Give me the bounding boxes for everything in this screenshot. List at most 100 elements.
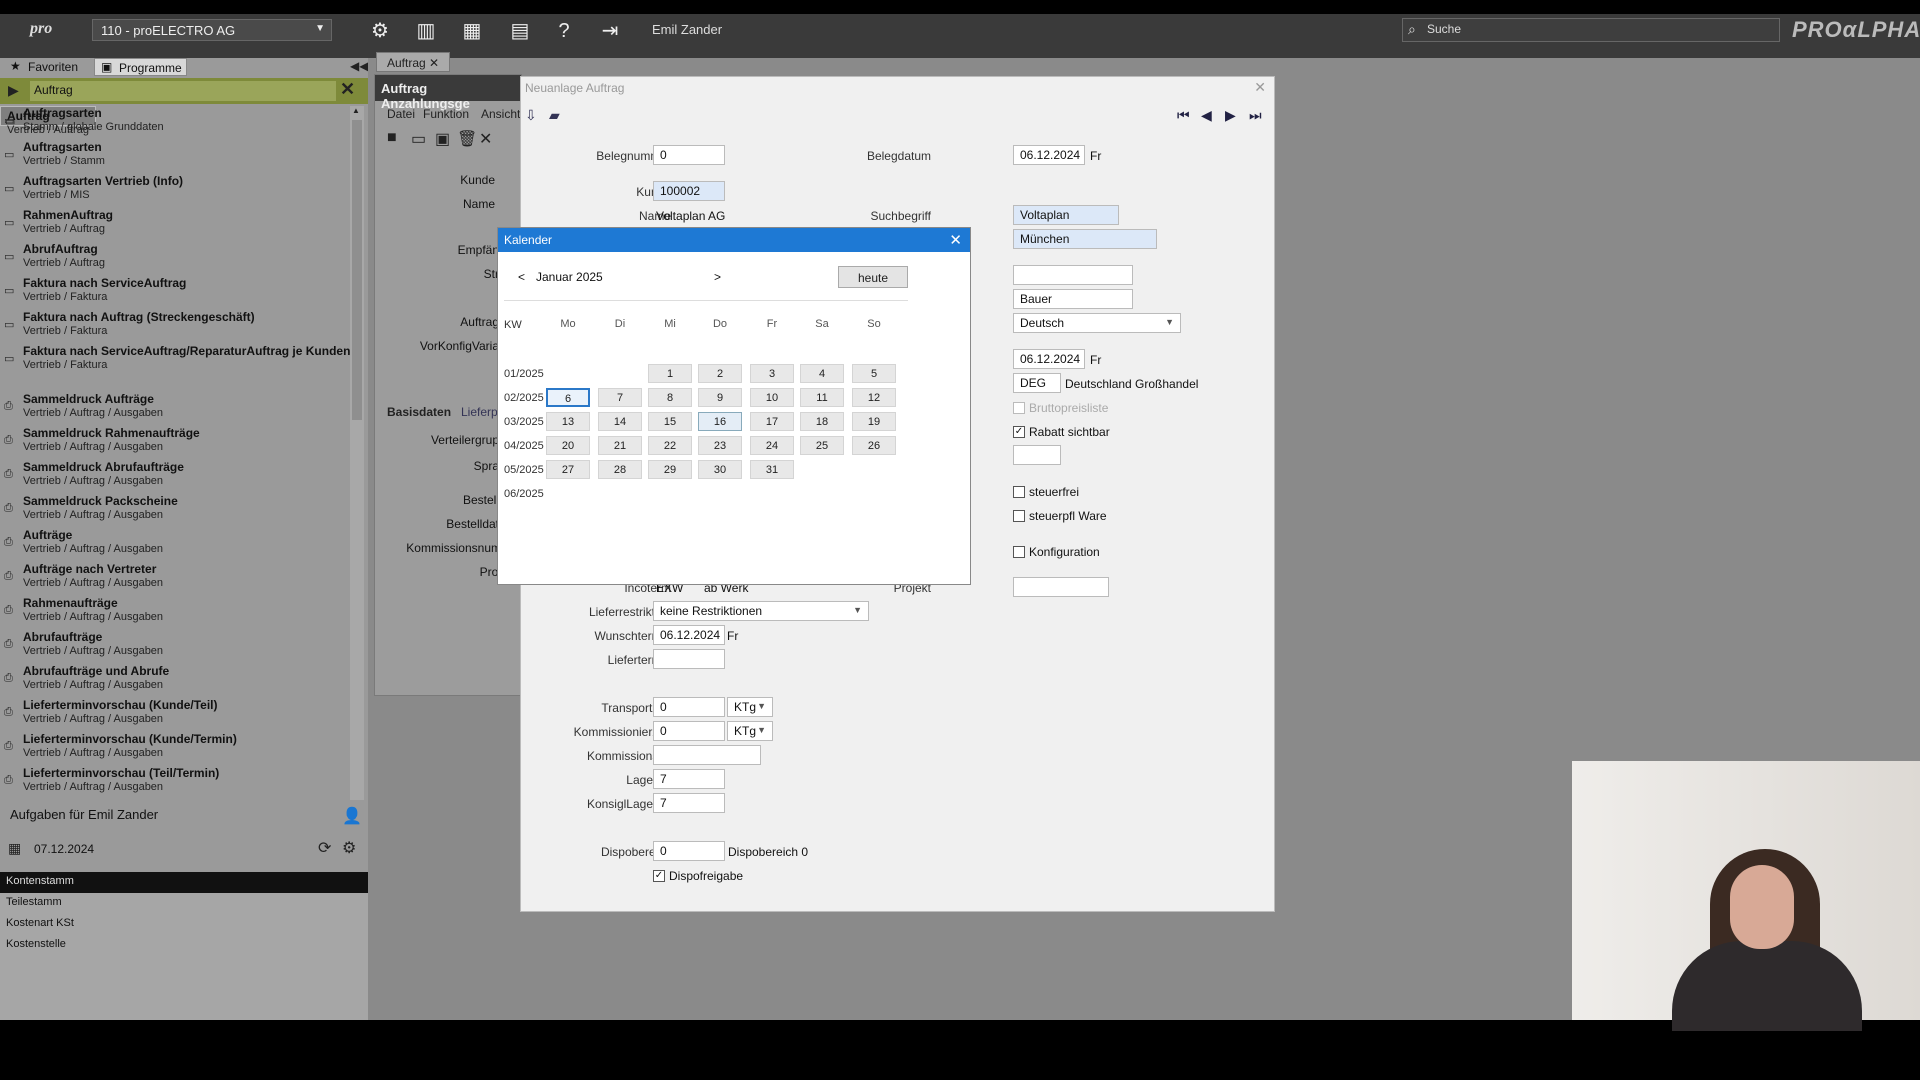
save-icon[interactable]: ▣ bbox=[435, 129, 450, 149]
open-icon[interactable]: ▭ bbox=[411, 129, 426, 149]
calendar-day[interactable]: 21 bbox=[598, 436, 642, 455]
transportzeit-unit-select[interactable]: KTg ▼ bbox=[727, 697, 773, 717]
sprache-select[interactable]: Deutsch ▼ bbox=[1013, 313, 1181, 333]
tree-item[interactable]: ⎙ Abrufaufträge und Abrufe Vertrieb / Auft… bbox=[0, 664, 352, 698]
tab-lieferpositionen[interactable]: Lieferp bbox=[461, 405, 498, 419]
last-record-icon[interactable]: ⏭ bbox=[1249, 107, 1262, 124]
tree-item[interactable]: ⎙ Aufträge Vertrieb / Auftrag / Ausgaben bbox=[0, 528, 352, 562]
tree-item[interactable]: ▭ RahmenAuftrag Vertrieb / Auftrag bbox=[0, 208, 352, 242]
first-record-icon[interactable]: ⏮ bbox=[1177, 107, 1190, 124]
suchbegriff-field[interactable]: Voltaplan bbox=[1013, 205, 1119, 225]
folder-icon[interactable]: ▰ bbox=[549, 107, 560, 124]
preisliste-field[interactable]: DEG bbox=[1013, 373, 1061, 393]
calendar-day[interactable]: 26 bbox=[852, 436, 896, 455]
calendar-day[interactable]: 30 bbox=[698, 460, 742, 479]
layout-icon[interactable]: ▦ bbox=[458, 18, 486, 44]
close-icon[interactable]: ✕ bbox=[479, 129, 492, 149]
search-input[interactable]: ⌕ Suche bbox=[1402, 18, 1780, 42]
calendar-day[interactable]: 7 bbox=[598, 388, 642, 407]
konfiguration-checkbox[interactable]: Konfiguration bbox=[1013, 545, 1100, 559]
today-button[interactable]: heute bbox=[838, 266, 908, 288]
gear-icon[interactable]: ⚙ bbox=[366, 18, 394, 44]
book-icon[interactable]: ▤ bbox=[506, 18, 534, 44]
panel-icon[interactable]: ▥ bbox=[412, 18, 440, 44]
import-icon[interactable]: ⇩ bbox=[525, 107, 537, 124]
calendar-day[interactable]: 25 bbox=[800, 436, 844, 455]
calendar-day[interactable]: 24 bbox=[750, 436, 794, 455]
tree-item[interactable]: ▭ AbrufAuftrag Vertrieb / Auftrag bbox=[0, 242, 352, 276]
calendar-day[interactable]: 23 bbox=[698, 436, 742, 455]
ort-field[interactable]: München bbox=[1013, 229, 1157, 249]
tree-item[interactable]: ⎙ Sammeldruck Rahmenaufträge Vertrieb / Au… bbox=[0, 426, 352, 460]
scroll-up-icon[interactable]: ▲ bbox=[352, 106, 360, 115]
tree-item[interactable]: ⎙ Rahmenaufträge Vertrieb / Auftrag / Ausg… bbox=[0, 596, 352, 630]
calendar-day[interactable]: 4 bbox=[800, 364, 844, 383]
konsiglagerort-field[interactable]: 7 bbox=[653, 793, 725, 813]
calendar-day[interactable]: 2 bbox=[698, 364, 742, 383]
calendar-day[interactable]: 1 bbox=[648, 364, 692, 383]
calendar-day[interactable]: 27 bbox=[546, 460, 590, 479]
kunde-field[interactable]: 100002 bbox=[653, 181, 725, 201]
calendar-day[interactable]: 9 bbox=[698, 388, 742, 407]
lagerort-field[interactable]: 7 bbox=[653, 769, 725, 789]
exit-icon[interactable]: ⇥ bbox=[596, 18, 624, 44]
tree-item[interactable]: ⎙ Lieferterminvorschau (Kunde/Teil) Vertri… bbox=[0, 698, 352, 732]
gear-icon[interactable]: ⚙ bbox=[342, 838, 356, 858]
tab-auftrag[interactable]: Auftrag ✕ bbox=[376, 52, 451, 72]
kommissionsnr-field[interactable] bbox=[653, 745, 761, 765]
tree-item[interactable]: ▭ Auftragsarten Vertrieb (Info) Vertrieb /… bbox=[0, 174, 352, 208]
prev-month-button[interactable]: < bbox=[518, 270, 525, 284]
dispobereich-field[interactable]: 0 bbox=[653, 841, 725, 861]
delete-icon[interactable]: 🗑 bbox=[457, 129, 477, 149]
scroll-thumb[interactable] bbox=[352, 120, 362, 420]
belegnummer-field[interactable]: 0 bbox=[653, 145, 725, 165]
tree-item[interactable]: ⎙ Sammeldruck Abrufaufträge Vertrieb / Auf… bbox=[0, 460, 352, 494]
calendar-day[interactable]: 8 bbox=[648, 388, 692, 407]
rabatt-checkbox[interactable]: ✓ Rabatt sichtbar bbox=[1013, 425, 1110, 439]
close-icon[interactable]: ✕ bbox=[429, 56, 439, 70]
kommissionierzeit-unit-select[interactable]: KTg ▼ bbox=[727, 721, 773, 741]
close-icon[interactable]: ✕ bbox=[1254, 79, 1266, 96]
tab-basisdaten[interactable]: Basisdaten bbox=[387, 405, 451, 419]
belegdatum-field[interactable]: 06.12.2024 bbox=[1013, 145, 1085, 165]
bearbeiter-field[interactable]: Bauer bbox=[1013, 289, 1133, 309]
collapse-icon[interactable]: ◀◀ bbox=[350, 59, 368, 73]
menu-ansicht[interactable]: Ansicht bbox=[481, 107, 520, 121]
list-item[interactable]: Kontenstamm bbox=[0, 872, 368, 893]
calendar-day[interactable]: 11 bbox=[800, 388, 844, 407]
calendar-day[interactable]: 14 bbox=[598, 412, 642, 431]
calendar-day[interactable]: 28 bbox=[598, 460, 642, 479]
new-icon[interactable]: ■ bbox=[387, 129, 397, 147]
calendar-day[interactable]: 10 bbox=[750, 388, 794, 407]
tree-item[interactable]: ⎙ Abrufaufträge Vertrieb / Auftrag / Ausga… bbox=[0, 630, 352, 664]
calendar-day[interactable]: 19 bbox=[852, 412, 896, 431]
projekt-field[interactable] bbox=[1013, 577, 1109, 597]
calendar-day[interactable]: 18 bbox=[800, 412, 844, 431]
calendar-day[interactable]: 12 bbox=[852, 388, 896, 407]
next-record-icon[interactable]: ▶ bbox=[1225, 107, 1236, 124]
tab-programme[interactable]: ▣ Programme bbox=[94, 58, 187, 76]
company-select[interactable]: 110 - proELECTRO AG ▼ bbox=[92, 19, 332, 41]
tree-item[interactable]: ⎙ Sammeldruck Packscheine Vertrieb / Auftr… bbox=[0, 494, 352, 528]
calendar-day[interactable]: 6 bbox=[546, 388, 590, 407]
transportzeit-field[interactable]: 0 bbox=[653, 697, 725, 717]
calendar-day[interactable]: 31 bbox=[750, 460, 794, 479]
tree-item[interactable]: ▭ Auftragsarten Vertrieb / Stamm bbox=[0, 140, 352, 174]
calendar-day[interactable]: 16 bbox=[698, 412, 742, 431]
tree-item[interactable]: ⎙ Lieferterminvorschau (Teil/Termin) Vertr… bbox=[0, 766, 352, 800]
tree-item[interactable]: ⎙ Sammeldruck Aufträge Vertrieb / Auftrag … bbox=[0, 392, 352, 426]
tab-favoriten[interactable]: ★ Favoriten bbox=[4, 58, 82, 76]
menu-datei[interactable]: Datei bbox=[387, 107, 415, 121]
gueltigkeit-field[interactable]: 06.12.2024 bbox=[1013, 349, 1085, 369]
tree-item[interactable]: ▭ Auftragsarten Stamm / globale Grunddaten bbox=[0, 106, 352, 140]
calendar-day[interactable]: 3 bbox=[750, 364, 794, 383]
lieferrestriktion-select[interactable]: keine Restriktionen ▼ bbox=[653, 601, 869, 621]
help-icon[interactable]: ? bbox=[550, 18, 578, 44]
wunschtermin-field[interactable]: 06.12.2024 bbox=[653, 625, 725, 645]
close-icon[interactable]: ✕ bbox=[949, 231, 962, 249]
calendar-day[interactable]: 22 bbox=[648, 436, 692, 455]
tree-item[interactable]: ▭ Faktura nach ServiceAuftrag Vertrieb / F… bbox=[0, 276, 352, 310]
program-search-input[interactable]: Auftrag bbox=[30, 81, 336, 101]
refresh-icon[interactable]: ⟳ bbox=[318, 838, 331, 858]
list-item[interactable]: Kostenstelle bbox=[0, 935, 368, 956]
